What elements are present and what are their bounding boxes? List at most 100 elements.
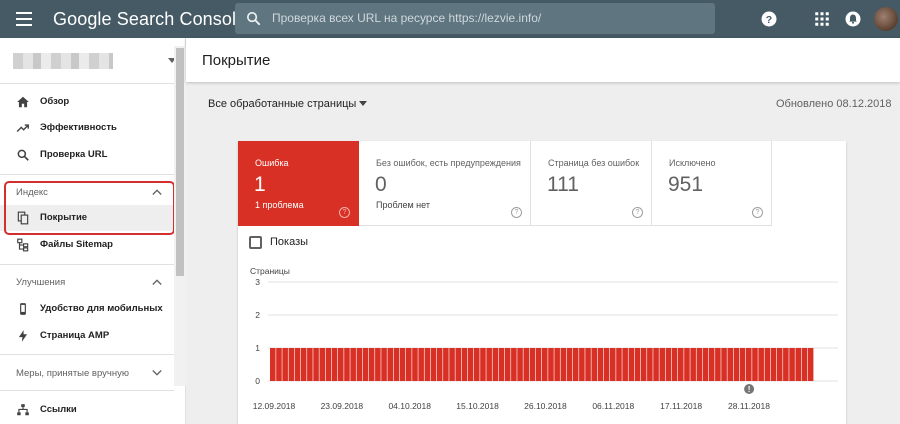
property-name-blurred [13, 53, 113, 69]
search-input[interactable]: Проверка всех URL на ресурсе https://lez… [272, 11, 541, 25]
chart-bar [430, 348, 437, 381]
tile-label: Без ошибок, есть предупреждения [376, 158, 521, 168]
chart-bar [702, 348, 709, 381]
chart-bar [381, 348, 387, 381]
x-tick-label: 15.10.2018 [456, 401, 499, 411]
url-inspection-search[interactable]: Проверка всех URL на ресурсе https://lez… [235, 3, 715, 34]
chevron-up-icon [152, 279, 162, 285]
chart-bar [412, 348, 418, 381]
chart-bar [733, 348, 740, 381]
tile-value: 951 [668, 173, 704, 196]
sidebar-item-amp[interactable]: Страница AMP [0, 323, 174, 349]
chart-bar [517, 348, 523, 381]
chart-bar [653, 348, 659, 381]
sidebar-item-label: Ссылки [40, 404, 77, 415]
chart-bar [288, 348, 295, 381]
apps-grid-icon[interactable] [813, 10, 831, 28]
chart-bar [752, 348, 758, 381]
chart-bar [424, 348, 431, 381]
tile-valid[interactable]: Страница без ошибок 111 ? [531, 141, 652, 226]
sidebar-item-url-inspection[interactable]: Проверка URL [0, 142, 174, 168]
x-tick-label: 28.11.2018 [728, 401, 770, 411]
chart-bar [313, 348, 319, 381]
chart-bar [325, 348, 332, 381]
sidebar-item-label: Удобство для мобильных [40, 303, 163, 314]
home-icon [17, 96, 29, 108]
chart-bar [375, 348, 381, 381]
filter-row: Все обработанные страницы Обновлено 08.1… [186, 84, 900, 124]
chart-bar [659, 348, 666, 381]
chart-bar [770, 348, 777, 381]
sidebar-item-label: Эффективность [40, 122, 117, 133]
chart-bar [801, 348, 808, 381]
chevron-down-icon [152, 370, 162, 376]
dropdown-arrow-icon[interactable] [359, 101, 367, 106]
chart-bar [338, 348, 344, 381]
chart-bar [319, 348, 326, 381]
help-icon[interactable]: ? [511, 207, 522, 218]
chart-bar [542, 348, 548, 381]
chart-bar [449, 348, 455, 381]
search-icon [17, 149, 29, 161]
sidebar-section-manual-actions[interactable]: Меры, принятые вручную [0, 361, 174, 385]
help-icon[interactable]: ? [632, 207, 643, 218]
chart-bar [436, 348, 443, 381]
sitemap-icon [17, 238, 29, 252]
x-tick-label: 26.10.2018 [524, 401, 567, 411]
chart-bar [585, 348, 591, 381]
chart-bar [399, 348, 406, 381]
app-title[interactable]: Google Search Console [53, 9, 246, 30]
chart-bar [678, 348, 684, 381]
chart-bar [529, 348, 536, 381]
chart-bar [560, 348, 567, 381]
chart-bar [665, 348, 672, 381]
sidebar-item-links[interactable]: Ссылки [0, 397, 174, 423]
y-tick-label: 0 [255, 376, 260, 386]
x-tick-label: 12.09.2018 [253, 401, 296, 411]
chart-bar [647, 348, 653, 381]
sidebar-section-improvements[interactable]: Улучшения [0, 270, 174, 294]
chart-bar [443, 348, 449, 381]
help-icon[interactable]: ? [760, 10, 778, 28]
pages-filter-dropdown[interactable]: Все обработанные страницы [208, 98, 356, 110]
sidebar-item-sitemaps[interactable]: Файлы Sitemap [0, 232, 174, 258]
sidebar-item-mobile-usability[interactable]: Удобство для мобильных [0, 296, 174, 322]
chart-bar [764, 348, 771, 381]
help-icon[interactable]: ? [752, 207, 763, 218]
account-avatar[interactable] [874, 7, 898, 31]
chart-bar [746, 348, 752, 381]
tile-value: 1 [254, 173, 266, 196]
help-icon[interactable]: ? [339, 207, 350, 218]
menu-icon[interactable] [16, 12, 32, 26]
sidebar-item-performance[interactable]: Эффективность [0, 115, 174, 141]
sidebar-item-label: Файлы Sitemap [40, 239, 113, 250]
chart-bar [628, 348, 635, 381]
impressions-checkbox[interactable] [249, 236, 262, 249]
chart-bar [406, 348, 412, 381]
chart-bar [721, 348, 727, 381]
chart-bar [591, 348, 598, 381]
sidebar-scrollbar-thumb[interactable] [176, 48, 184, 276]
last-updated-text: Обновлено 08.12.2018 [776, 98, 892, 110]
chart-bar [572, 348, 579, 381]
chart-bar [789, 348, 795, 381]
notifications-icon[interactable] [844, 10, 862, 28]
chart-bar [276, 348, 282, 381]
page-header: Покрытие [186, 38, 900, 82]
chart-bar [715, 348, 721, 381]
tile-excluded[interactable]: Исключено 951 ? [652, 141, 772, 226]
sidebar-divider [0, 354, 174, 355]
tile-warnings[interactable]: Без ошибок, есть предупреждения 0 Пробле… [359, 141, 531, 226]
chart-bar [776, 348, 783, 381]
chart-bar [807, 348, 814, 381]
sidebar-item-overview[interactable]: Обзор [0, 89, 174, 115]
chart-bar [418, 348, 424, 381]
tile-error[interactable]: Ошибка 1 1 проблема ? [238, 141, 359, 226]
trending-up-icon [16, 124, 29, 132]
chart-bar [282, 348, 288, 381]
chart-bar [368, 348, 375, 381]
impressions-label[interactable]: Показы [270, 236, 308, 248]
tile-label: Страница без ошибок [548, 158, 640, 168]
property-selector[interactable] [0, 38, 186, 84]
chart-bar [708, 348, 715, 381]
